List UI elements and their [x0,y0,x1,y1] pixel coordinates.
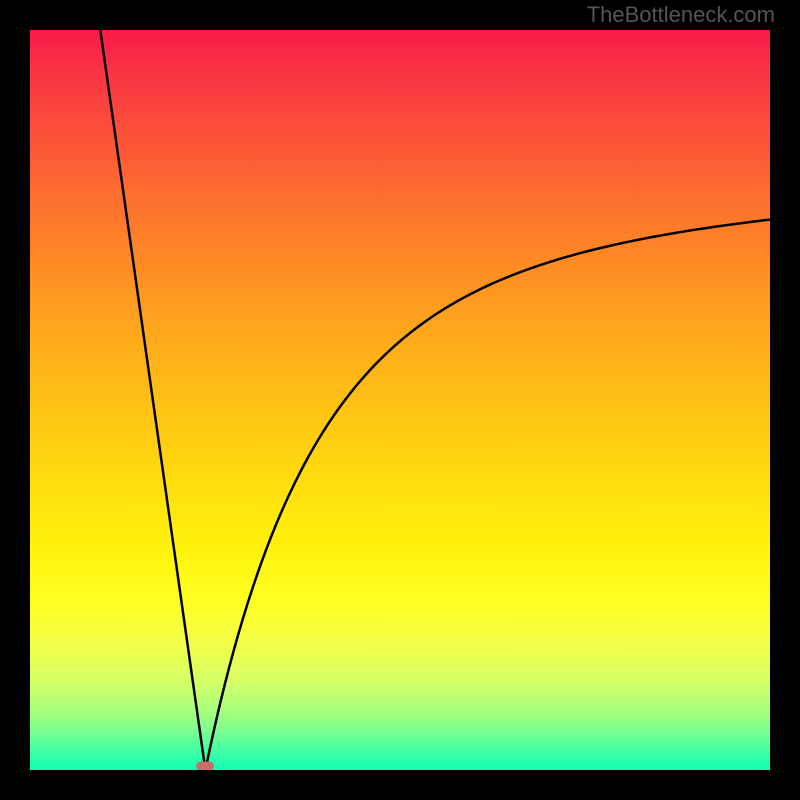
minimum-point-marker [196,762,214,771]
bottleneck-curve [30,30,770,770]
watermark-text: TheBottleneck.com [587,2,775,28]
plot-area [30,30,770,770]
chart-container: TheBottleneck.com [0,0,800,800]
curve-path [100,30,770,770]
